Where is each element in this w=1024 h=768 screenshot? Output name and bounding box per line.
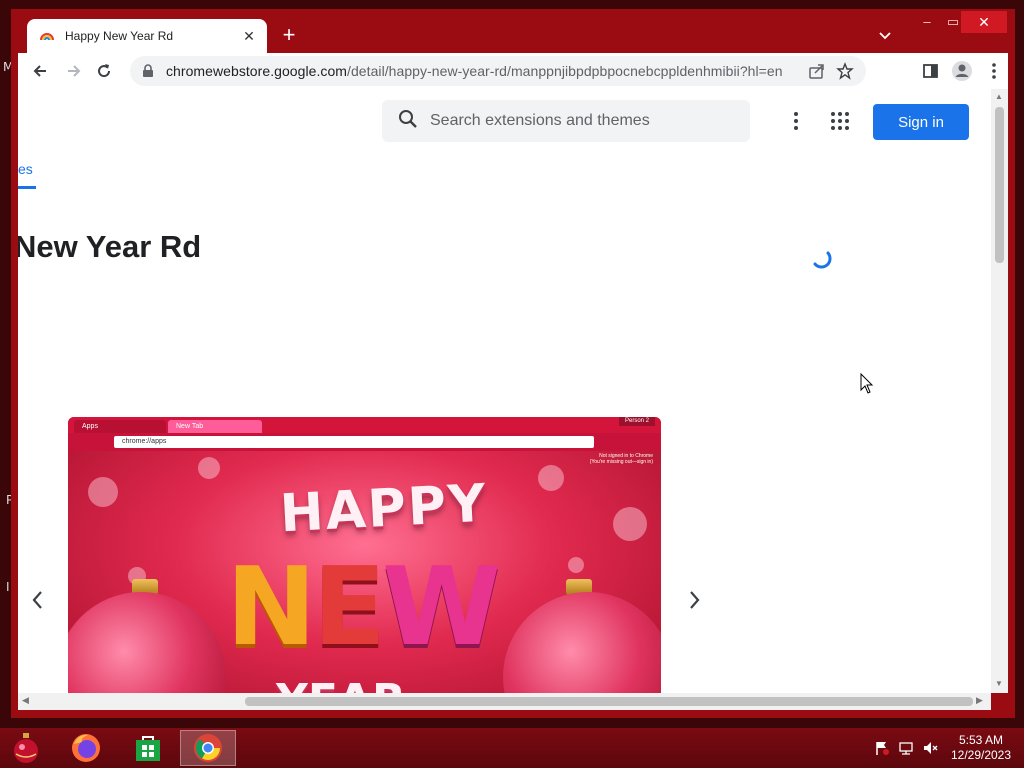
url-path: /detail/happy-new-year-rd/manppnjibpdpbp…	[347, 63, 783, 79]
store-icon[interactable]	[120, 730, 176, 766]
network-icon[interactable]	[898, 740, 914, 756]
preview-notice-line: (You're missing out—sign in)	[589, 459, 653, 465]
url-text: chromewebstore.google.com/detail/happy-n…	[166, 63, 866, 79]
scroll-up-icon[interactable]: ▲	[995, 92, 1003, 101]
profile-avatar-icon[interactable]	[946, 55, 978, 92]
preview-tab: Apps	[74, 420, 166, 433]
side-panel-icon[interactable]	[914, 55, 946, 92]
system-clock[interactable]: 5:53 AM 12/29/2023	[942, 733, 1020, 763]
scroll-down-icon[interactable]: ▼	[995, 679, 1003, 688]
bokeh-light	[88, 477, 118, 507]
search-bar[interactable]	[382, 100, 750, 142]
action-center-flag-icon[interactable]	[874, 740, 890, 756]
letter-e: E	[312, 545, 386, 670]
start-ornament-icon[interactable]	[8, 730, 44, 766]
tab-themes[interactable]: es	[18, 161, 33, 177]
browser-tab[interactable]: Happy New Year Rd ✕	[27, 19, 267, 53]
vertical-scrollbar[interactable]: ▲ ▼	[991, 89, 1008, 693]
ornament-left	[68, 592, 226, 693]
mouse-cursor-icon	[860, 372, 874, 395]
search-icon	[398, 109, 418, 134]
tab-title: Happy New Year Rd	[65, 29, 174, 43]
webstore-page: Sign in es New Year Rd Apps New	[18, 89, 991, 693]
carousel-prev-icon[interactable]	[26, 586, 50, 614]
preview-person: Person 2	[618, 417, 655, 426]
preview-headline-year: YEAR	[276, 675, 406, 693]
chrome-icon[interactable]	[180, 730, 236, 766]
scrollbar-thumb[interactable]	[995, 107, 1004, 263]
horizontal-scrollbar[interactable]: ◀ ▶	[18, 693, 991, 710]
browser-toolbar: chromewebstore.google.com/detail/happy-n…	[18, 53, 1008, 89]
reload-icon[interactable]	[88, 55, 120, 87]
preview-notice: Not signed in to Chrome (You're missing …	[590, 453, 653, 465]
preview-headline-happy: HAPPY	[278, 473, 490, 545]
scrollbar-thumb[interactable]	[245, 697, 973, 706]
bokeh-light	[568, 557, 584, 573]
share-icon[interactable]	[808, 62, 826, 85]
address-bar[interactable]: chromewebstore.google.com/detail/happy-n…	[130, 56, 866, 86]
ornament-right	[503, 592, 661, 693]
browser-window: Happy New Year Rd ✕ + – ▭ ✕ chromewebsto…	[11, 9, 1015, 718]
firefox-icon[interactable]	[58, 730, 114, 766]
sign-in-button[interactable]: Sign in	[873, 104, 969, 140]
lock-icon	[142, 64, 156, 78]
bokeh-light	[613, 507, 647, 541]
preview-url: chrome://apps	[114, 436, 594, 448]
google-apps-icon[interactable]	[830, 111, 850, 131]
preview-tabstrip: Apps New Tab Person 2	[68, 417, 661, 433]
clock-time: 5:53 AM	[958, 733, 1004, 747]
taskbar: 5:53 AM 12/29/2023	[0, 728, 1024, 768]
letter-w: W	[382, 545, 501, 670]
url-host: chromewebstore.google.com	[166, 63, 348, 79]
new-tab-button[interactable]: +	[277, 23, 301, 47]
back-arrow-icon[interactable]	[24, 55, 56, 87]
carousel-next-icon[interactable]	[682, 586, 706, 614]
search-input[interactable]	[430, 112, 730, 130]
page-title: New Year Rd	[18, 229, 202, 264]
tab-strip: Happy New Year Rd ✕ + – ▭ ✕	[11, 9, 1015, 53]
rainbow-theme-icon	[39, 28, 55, 44]
preview-toolbar: chrome://apps	[68, 433, 661, 451]
active-tab-indicator	[18, 186, 36, 189]
bokeh-light	[538, 465, 564, 491]
forward-arrow-icon[interactable]	[58, 55, 90, 87]
more-options-icon[interactable]	[786, 109, 806, 133]
preview-tab: New Tab	[168, 420, 262, 433]
scroll-left-icon[interactable]: ◀	[22, 695, 29, 706]
bokeh-light	[198, 457, 220, 479]
desktop-icon-label: I	[6, 580, 10, 594]
window-close-button[interactable]: ✕	[961, 11, 1007, 33]
chevron-down-icon[interactable]	[875, 25, 895, 45]
loading-spinner-icon	[810, 247, 832, 269]
tab-close-icon[interactable]: ✕	[241, 28, 257, 45]
letter-n: N	[226, 545, 316, 670]
bookmark-star-icon[interactable]	[836, 62, 854, 85]
browser-menu-icon[interactable]	[978, 55, 1010, 92]
theme-preview-image[interactable]: Apps New Tab Person 2 chrome://apps Not …	[68, 417, 661, 693]
preview-headline-new: NEW	[226, 545, 501, 670]
volume-muted-icon[interactable]	[922, 740, 938, 756]
clock-date: 12/29/2023	[950, 748, 1012, 762]
scroll-right-icon[interactable]: ▶	[976, 695, 983, 706]
